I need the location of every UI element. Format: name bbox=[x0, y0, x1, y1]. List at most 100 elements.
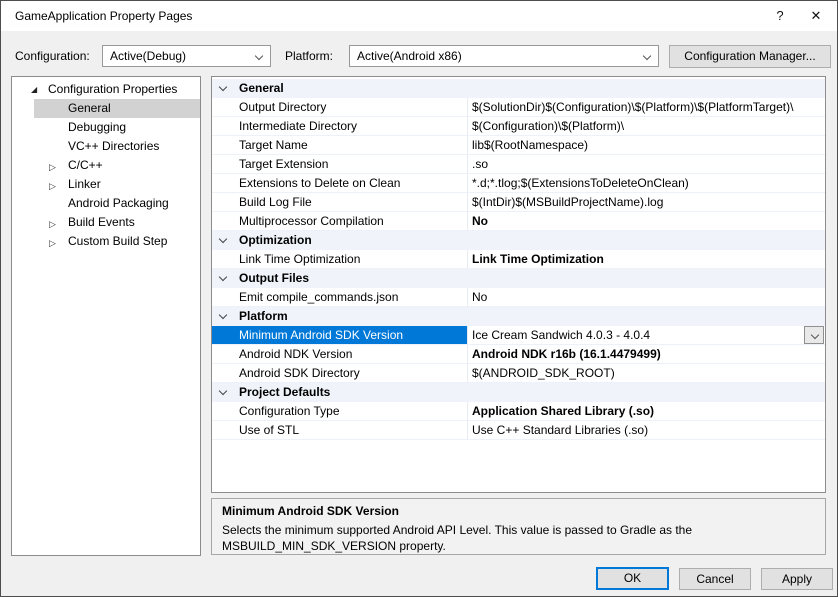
grid-property-value[interactable]: $(SolutionDir)$(Configuration)\$(Platfor… bbox=[467, 98, 825, 116]
grid-property-row[interactable]: Android NDK Version Android NDK r16b (16… bbox=[212, 345, 825, 364]
grid-property-name[interactable]: Extensions to Delete on Clean bbox=[212, 174, 467, 192]
grid-property-name[interactable]: Build Log File bbox=[212, 193, 467, 211]
grid-property-value-text: No bbox=[472, 214, 488, 228]
grid-property-row[interactable]: Intermediate Directory $(Configuration)\… bbox=[212, 117, 825, 136]
grid-property-name[interactable]: Emit compile_commands.json bbox=[212, 288, 467, 306]
grid-section-label: Project Defaults bbox=[239, 383, 330, 401]
tree-item-label: VC++ Directories bbox=[68, 137, 159, 156]
grid-property-value[interactable]: Ice Cream Sandwich 4.0.3 - 4.0.4 bbox=[467, 326, 825, 344]
section-collapse-icon[interactable] bbox=[219, 387, 227, 395]
grid-property-value[interactable]: *.d;*.tlog;$(ExtensionsToDeleteOnClean) bbox=[467, 174, 825, 192]
tree-item-c-c-[interactable]: ▷ C/C++ bbox=[34, 156, 200, 175]
grid-property-value-text: Application Shared Library (.so) bbox=[472, 404, 654, 418]
grid-property-row[interactable]: Use of STL Use C++ Standard Libraries (.… bbox=[212, 421, 825, 440]
grid-property-name[interactable]: Android NDK Version bbox=[212, 345, 467, 363]
grid-section-row[interactable]: General bbox=[212, 79, 825, 98]
property-grid: General Output Directory $(SolutionDir)$… bbox=[211, 76, 826, 493]
grid-property-value-text: .so bbox=[472, 157, 488, 171]
grid-property-name[interactable]: Android SDK Directory bbox=[212, 364, 467, 382]
grid-property-name[interactable]: Minimum Android SDK Version bbox=[212, 326, 467, 344]
tree-item-vc-directories[interactable]: VC++ Directories bbox=[34, 137, 200, 156]
tree-item-linker[interactable]: ▷ Linker bbox=[34, 175, 200, 194]
tree-expanded-icon[interactable]: ◢ bbox=[31, 86, 37, 94]
grid-property-value[interactable]: No bbox=[467, 212, 825, 230]
grid-section-label: Output Files bbox=[239, 269, 309, 287]
grid-property-row[interactable]: Extensions to Delete on Clean *.d;*.tlog… bbox=[212, 174, 825, 193]
description-text: Selects the minimum supported Android AP… bbox=[222, 522, 815, 554]
cancel-button[interactable]: Cancel bbox=[679, 568, 751, 590]
grid-property-row[interactable]: Minimum Android SDK Version Ice Cream Sa… bbox=[212, 326, 825, 345]
grid-property-name[interactable]: Output Directory bbox=[212, 98, 467, 116]
grid-property-name[interactable]: Configuration Type bbox=[212, 402, 467, 420]
grid-property-value-text: $(IntDir)$(MSBuildProjectName).log bbox=[472, 195, 663, 209]
grid-property-value[interactable]: Use C++ Standard Libraries (.so) bbox=[467, 421, 825, 439]
title-bar: GameApplication Property Pages ? ✕ bbox=[1, 1, 837, 31]
section-collapse-icon[interactable] bbox=[219, 311, 227, 319]
tree-item-custom-build-step[interactable]: ▷ Custom Build Step bbox=[34, 232, 200, 251]
help-button[interactable]: ? bbox=[763, 1, 797, 31]
grid-property-row[interactable]: Emit compile_commands.json No bbox=[212, 288, 825, 307]
section-collapse-icon[interactable] bbox=[219, 273, 227, 281]
grid-property-row[interactable]: Link Time Optimization Link Time Optimiz… bbox=[212, 250, 825, 269]
grid-property-value[interactable]: Application Shared Library (.so) bbox=[467, 402, 825, 420]
tree-root-configuration-properties[interactable]: ◢ Configuration Properties bbox=[12, 80, 200, 99]
grid-property-value[interactable]: $(ANDROID_SDK_ROOT) bbox=[467, 364, 825, 382]
grid-property-name[interactable]: Use of STL bbox=[212, 421, 467, 439]
platform-dropdown[interactable]: Active(Android x86) bbox=[349, 45, 659, 67]
tree-item-label: C/C++ bbox=[68, 156, 103, 175]
description-title: Minimum Android SDK Version bbox=[222, 504, 815, 518]
section-collapse-icon[interactable] bbox=[219, 83, 227, 91]
grid-property-name[interactable]: Target Name bbox=[212, 136, 467, 154]
tree-item-label: Linker bbox=[68, 175, 101, 194]
grid-property-name[interactable]: Target Extension bbox=[212, 155, 467, 173]
grid-section-row[interactable]: Optimization bbox=[212, 231, 825, 250]
ok-button[interactable]: OK bbox=[596, 567, 669, 590]
grid-section-label: Platform bbox=[239, 307, 288, 325]
grid-property-value-text: Ice Cream Sandwich 4.0.3 - 4.0.4 bbox=[472, 328, 650, 342]
grid-property-value[interactable]: .so bbox=[467, 155, 825, 173]
close-button[interactable]: ✕ bbox=[799, 1, 833, 31]
tree-item-build-events[interactable]: ▷ Build Events bbox=[34, 213, 200, 232]
grid-section-row[interactable]: Output Files bbox=[212, 269, 825, 288]
tree-item-label: Debugging bbox=[68, 118, 126, 137]
property-pages-dialog: GameApplication Property Pages ? ✕ Confi… bbox=[0, 0, 838, 597]
grid-property-row[interactable]: Android SDK Directory $(ANDROID_SDK_ROOT… bbox=[212, 364, 825, 383]
description-panel: Minimum Android SDK Version Selects the … bbox=[211, 498, 826, 555]
grid-property-row[interactable]: Configuration Type Application Shared Li… bbox=[212, 402, 825, 421]
grid-property-value[interactable]: $(IntDir)$(MSBuildProjectName).log bbox=[467, 193, 825, 211]
tree-item-label: Android Packaging bbox=[68, 194, 169, 213]
grid-property-value[interactable]: lib$(RootNamespace) bbox=[467, 136, 825, 154]
grid-section-label: General bbox=[239, 79, 284, 97]
tree-item-general[interactable]: General bbox=[34, 99, 200, 118]
grid-property-row[interactable]: Target Name lib$(RootNamespace) bbox=[212, 136, 825, 155]
tree-children: General Debugging VC++ Directories ▷ C/C… bbox=[12, 99, 200, 251]
grid-section-row[interactable]: Platform bbox=[212, 307, 825, 326]
tree-item-android-packaging[interactable]: Android Packaging bbox=[34, 194, 200, 213]
section-collapse-icon[interactable] bbox=[219, 235, 227, 243]
grid-property-value[interactable]: Android NDK r16b (16.1.4479499) bbox=[467, 345, 825, 363]
tree-item-label: Build Events bbox=[68, 213, 135, 232]
tree-item-debugging[interactable]: Debugging bbox=[34, 118, 200, 137]
grid-property-name[interactable]: Link Time Optimization bbox=[212, 250, 467, 268]
grid-property-value[interactable]: $(Configuration)\$(Platform)\ bbox=[467, 117, 825, 135]
configuration-manager-button[interactable]: Configuration Manager... bbox=[669, 45, 831, 68]
grid-property-row[interactable]: Target Extension .so bbox=[212, 155, 825, 174]
grid-property-row[interactable]: Multiprocessor Compilation No bbox=[212, 212, 825, 231]
platform-label: Platform: bbox=[285, 49, 333, 63]
grid-property-name[interactable]: Multiprocessor Compilation bbox=[212, 212, 467, 230]
apply-button[interactable]: Apply bbox=[761, 568, 833, 590]
tree-collapsed-icon[interactable]: ▷ bbox=[49, 235, 56, 254]
grid-property-value-text: No bbox=[472, 290, 487, 304]
chevron-down-icon bbox=[811, 331, 819, 339]
grid-property-name[interactable]: Intermediate Directory bbox=[212, 117, 467, 135]
configuration-dropdown[interactable]: Active(Debug) bbox=[102, 45, 271, 67]
configuration-label: Configuration: bbox=[15, 49, 90, 63]
grid-property-row[interactable]: Output Directory $(SolutionDir)$(Configu… bbox=[212, 98, 825, 117]
grid-property-value[interactable]: Link Time Optimization bbox=[467, 250, 825, 268]
grid-property-value-text: *.d;*.tlog;$(ExtensionsToDeleteOnClean) bbox=[472, 176, 689, 190]
grid-section-row[interactable]: Project Defaults bbox=[212, 383, 825, 402]
grid-property-row[interactable]: Build Log File $(IntDir)$(MSBuildProject… bbox=[212, 193, 825, 212]
grid-property-value[interactable]: No bbox=[467, 288, 825, 306]
value-dropdown-button[interactable] bbox=[804, 326, 824, 344]
grid-rows: General Output Directory $(SolutionDir)$… bbox=[212, 79, 825, 440]
